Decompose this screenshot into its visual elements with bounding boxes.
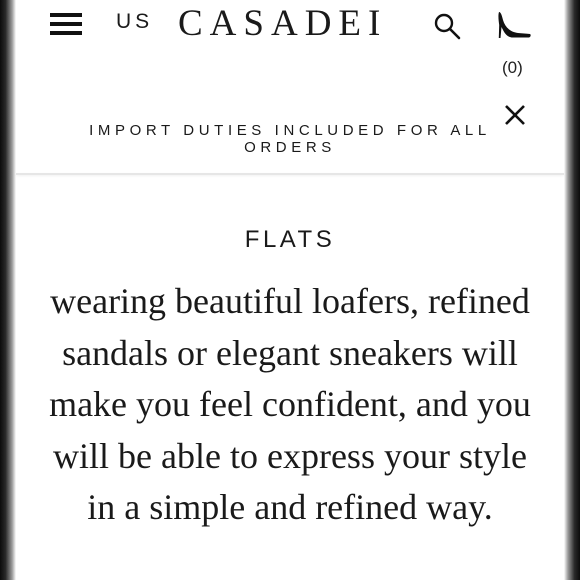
site-header: US CASADEI (0) (0, 0, 580, 100)
high-heel-shoe-icon[interactable] (496, 10, 532, 40)
category-description: wearing beautiful loafers, refined sanda… (49, 281, 531, 527)
cart-count[interactable]: (0) (502, 58, 523, 78)
hamburger-menu-icon[interactable] (50, 10, 82, 38)
menu-bar (50, 22, 82, 26)
category-title: FLATS (244, 226, 336, 253)
announcement-text: IMPORT DUTIES INCLUDED FOR ALL ORDERS (89, 122, 491, 156)
header-divider (16, 173, 564, 175)
search-icon[interactable] (433, 12, 461, 40)
menu-bar (50, 13, 82, 17)
region-selector[interactable]: US (116, 10, 153, 34)
menu-bar (50, 31, 82, 35)
brand-logo[interactable]: CASADEI (178, 2, 387, 46)
